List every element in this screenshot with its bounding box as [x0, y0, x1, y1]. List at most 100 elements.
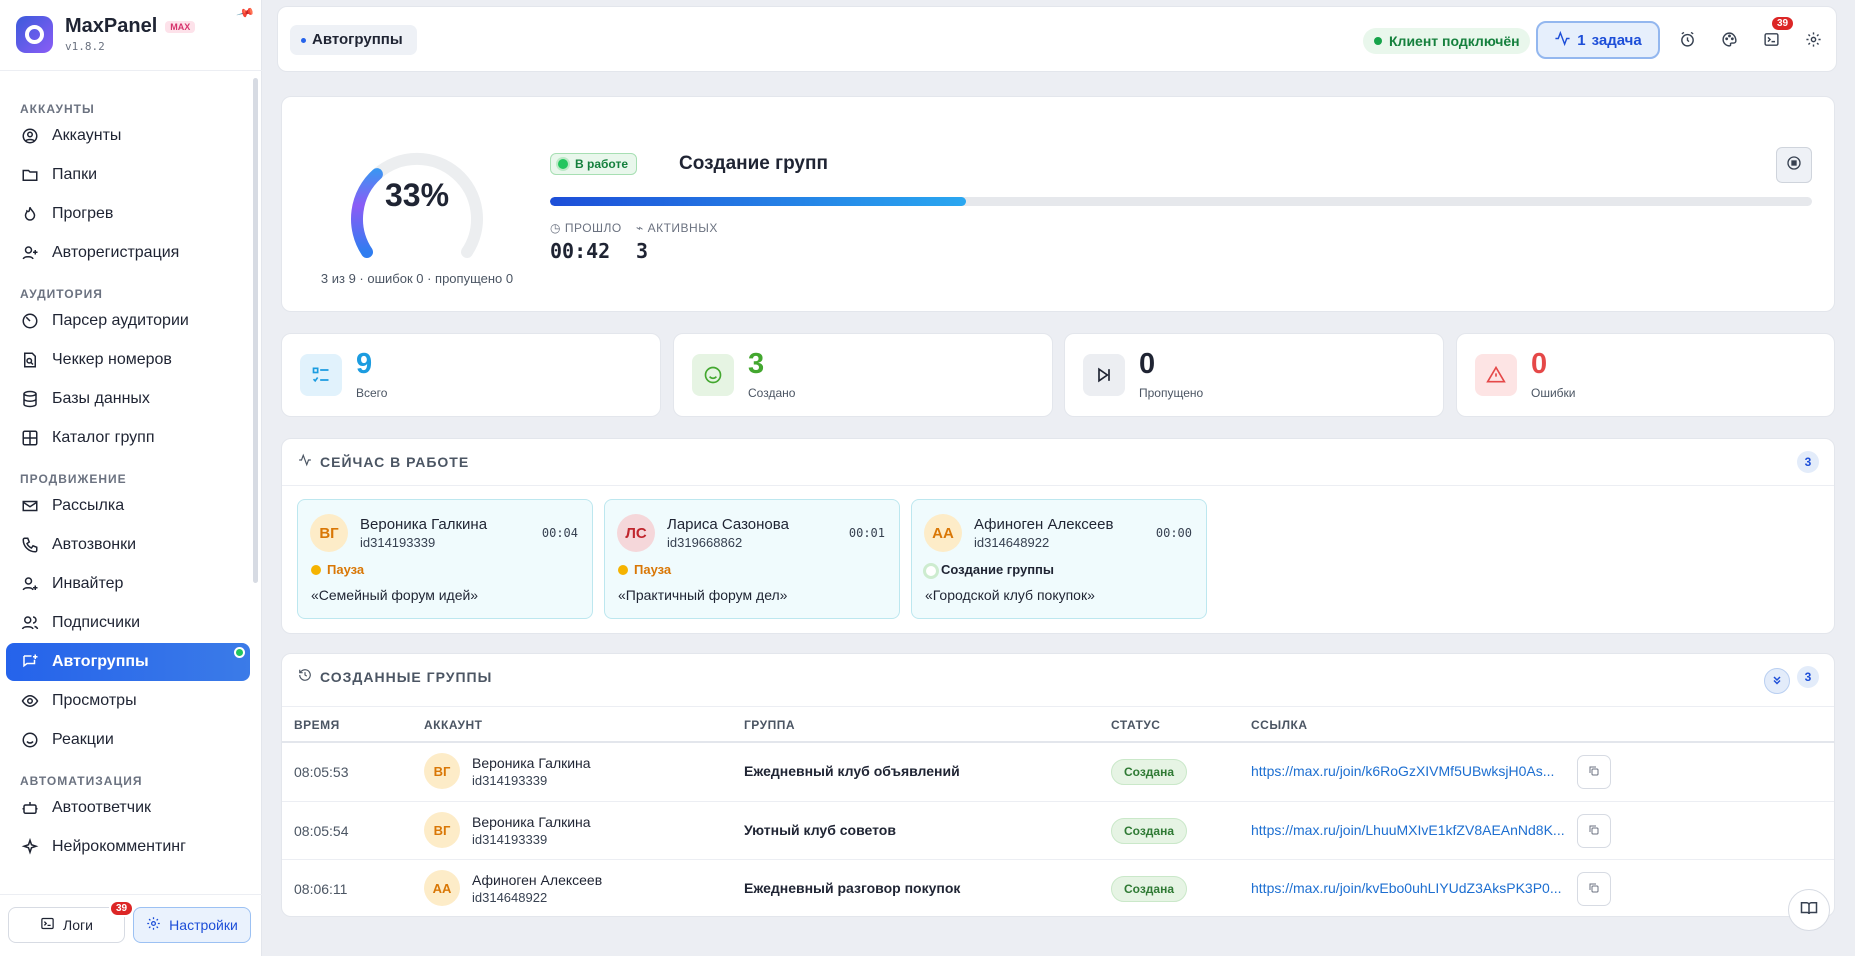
sidebar-item-autogroups[interactable]: Автогруппы — [6, 643, 250, 681]
group-link[interactable]: https://max.ru/join/k6RoGzXIVMf5UBwksjH0… — [1251, 763, 1571, 779]
sidebar-item-label: Папки — [52, 166, 97, 183]
skip-icon — [1083, 354, 1125, 396]
stat-card-errors: 0 Ошибки — [1456, 333, 1835, 417]
worker-card[interactable]: ЛС Лариса Сазонова id319668862 00:01 Пау… — [604, 499, 900, 619]
sidebar-item-group-catalog[interactable]: Каталог групп — [6, 419, 250, 457]
sidebar-item-accounts[interactable]: Аккаунты — [6, 117, 250, 155]
copy-icon — [1588, 823, 1600, 840]
group-name: Ежедневный клуб объявлений — [744, 763, 960, 779]
terminal-badge: 39 — [1770, 15, 1796, 32]
book-icon — [1800, 899, 1818, 921]
logs-label: Логи — [63, 917, 93, 933]
alarm-clock-icon[interactable] — [1675, 27, 1699, 51]
active-value: 3 — [636, 239, 649, 263]
stop-button[interactable] — [1776, 147, 1812, 183]
progress-bar — [550, 197, 1812, 206]
sidebar-item-mailing[interactable]: Рассылка — [6, 487, 250, 525]
stat-card-total: 9 Всего — [281, 333, 661, 417]
logs-button[interactable]: Логи 39 — [8, 900, 135, 943]
stat-card-skipped: 0 Пропущено — [1064, 333, 1444, 417]
warning-icon — [1475, 354, 1517, 396]
sidebar-item-subscribers[interactable]: Подписчики — [6, 604, 250, 642]
copy-link-button[interactable] — [1577, 755, 1611, 789]
group-link[interactable]: https://max.ru/join/kvEbo0uhLIYUdZ3AksPK… — [1251, 880, 1571, 896]
tasks-button[interactable]: 1 задача — [1536, 21, 1660, 59]
section-title: СЕЙЧАС В РАБОТЕ — [298, 453, 469, 470]
active-label: ⌁ АКТИВНЫХ — [636, 221, 718, 235]
user-add-icon — [20, 574, 40, 594]
sidebar-item-views[interactable]: Просмотры — [6, 682, 250, 720]
column-header[interactable]: ГРУППА — [744, 718, 795, 732]
column-header[interactable]: СТАТУС — [1111, 718, 1160, 732]
avatar: ВГ — [424, 812, 460, 848]
account-id: id319668862 — [667, 535, 743, 550]
stat-value: 3 — [748, 348, 765, 380]
sidebar-item-neurocomment[interactable]: Нейрокомментинг — [6, 828, 250, 866]
divider — [282, 706, 1834, 707]
sidebar-item-inviter[interactable]: Инвайтер — [6, 565, 250, 603]
users-icon — [20, 613, 40, 633]
app-version: v1.8.2 — [65, 40, 105, 53]
task-title: Создание групп — [679, 153, 828, 174]
sidebar-item-label: Рассылка — [52, 497, 125, 514]
elapsed-value: 00:42 — [550, 239, 611, 263]
divider — [0, 70, 262, 71]
sidebar-scrollbar[interactable] — [253, 78, 258, 583]
row-time: 08:06:11 — [294, 881, 348, 897]
stat-value: 9 — [356, 348, 373, 380]
sidebar-item-label: Автозвонки — [52, 536, 137, 553]
sidebar-item-number-checker[interactable]: Чеккер номеров — [6, 341, 250, 379]
worker-timer: 00:04 — [541, 526, 578, 540]
grid-icon — [20, 428, 40, 448]
sidebar-item-warmup[interactable]: Прогрев — [6, 195, 250, 233]
pin-icon[interactable]: 📌 — [236, 3, 256, 23]
group-link[interactable]: https://max.ru/join/LhuuMXIvE1kfZV8AEAnN… — [1251, 822, 1571, 838]
worker-state: Пауза — [618, 562, 671, 577]
docs-button[interactable] — [1788, 889, 1830, 931]
terminal-icon[interactable]: 39 — [1759, 15, 1796, 51]
sidebar-item-reactions[interactable]: Реакции — [6, 721, 250, 759]
sidebar-item-label: Прогрев — [52, 205, 114, 222]
active-label-text: АКТИВНЫХ — [647, 221, 718, 235]
table-row: 08:05:54 ВГ Вероника Галкина id314193339… — [282, 801, 1834, 859]
sidebar-item-autoresponder[interactable]: Автоответчик — [6, 789, 250, 827]
activity-icon: ⌁ — [636, 221, 644, 235]
timer-icon — [20, 311, 40, 331]
worker-timer: 00:01 — [848, 526, 885, 540]
stop-icon — [1786, 155, 1802, 175]
copy-link-button[interactable] — [1577, 814, 1611, 848]
worker-card[interactable]: АА Афиноген Алексеев id314648922 00:00 С… — [911, 499, 1207, 619]
worker-card[interactable]: ВГ Вероника Галкина id314193339 00:04 Па… — [297, 499, 593, 619]
brand[interactable]: MaxPanel MAX v1.8.2 — [16, 14, 196, 54]
column-header[interactable]: АККАУНТ — [424, 718, 482, 732]
column-header[interactable]: ВРЕМЯ — [294, 718, 340, 732]
avatar: АА — [924, 514, 962, 552]
palette-icon[interactable] — [1717, 27, 1741, 51]
message-plus-icon — [20, 652, 40, 672]
column-header[interactable]: ССЫЛКА — [1251, 718, 1308, 732]
sidebar-item-label: Аккаунты — [52, 127, 122, 144]
spark-icon — [20, 837, 40, 857]
sidebar-item-databases[interactable]: Базы данных — [6, 380, 250, 418]
section-title: СОЗДАННЫЕ ГРУППЫ — [298, 668, 492, 685]
account-id: id314193339 — [472, 832, 548, 847]
top-bar: Автогруппы Клиент подключён 1 задача 39 — [277, 6, 1837, 72]
account-name: Лариса Сазонова — [667, 516, 789, 533]
collapse-button[interactable] — [1764, 668, 1790, 694]
folder-icon — [20, 165, 40, 185]
sidebar-footer: Логи 39 Настройки — [0, 894, 262, 956]
sidebar-item-folders[interactable]: Папки — [6, 156, 250, 194]
app-name: MaxPanel — [65, 15, 158, 37]
count-badge: 3 — [1797, 451, 1819, 473]
sidebar-item-label: Нейрокомментинг — [52, 838, 186, 855]
phone-icon — [20, 535, 40, 555]
sidebar-item-label: Чеккер номеров — [52, 351, 172, 368]
gear-icon[interactable] — [1801, 27, 1825, 51]
sidebar-item-autoreg[interactable]: Авторегистрация — [6, 234, 250, 272]
sidebar-item-autocalls[interactable]: Автозвонки — [6, 526, 250, 564]
file-search-icon — [20, 350, 40, 370]
copy-link-button[interactable] — [1577, 872, 1611, 906]
account-name: Афиноген Алексеев — [974, 516, 1114, 533]
settings-button[interactable]: Настройки — [133, 907, 251, 943]
sidebar-item-audience-parser[interactable]: Парсер аудитории — [6, 302, 250, 340]
